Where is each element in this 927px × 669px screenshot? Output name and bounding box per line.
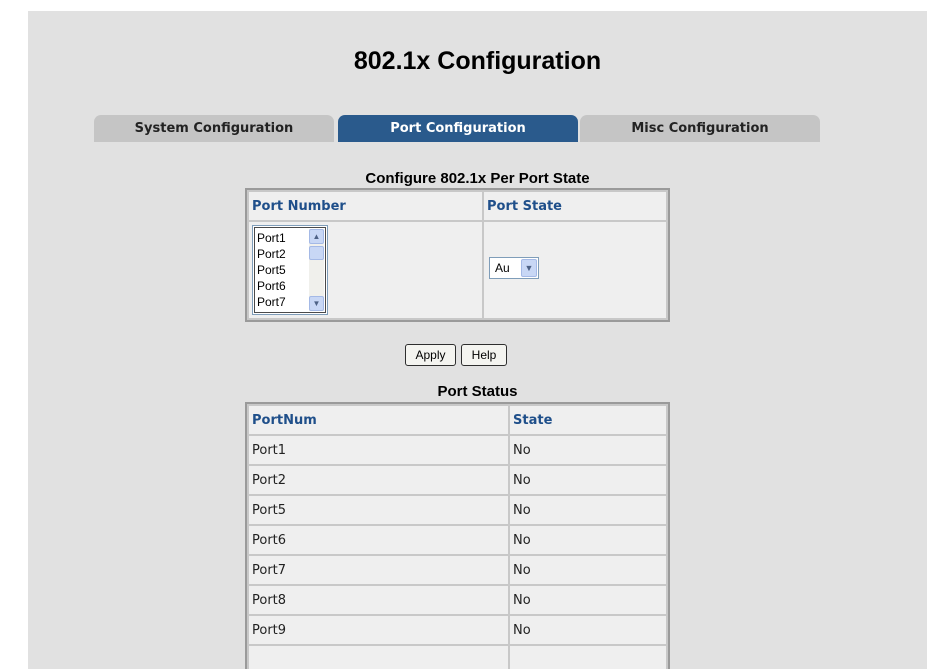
port-state-select[interactable]: Au ▼: [489, 257, 539, 279]
scroll-thumb[interactable]: [309, 246, 324, 260]
table-row: Port9 No: [247, 614, 668, 646]
row-port: Port5: [247, 494, 510, 526]
row-port: Port7: [247, 554, 510, 586]
row-state: No: [508, 494, 668, 526]
port-status-table: PortNum State Port1 No Port2 No Port5 No…: [245, 402, 670, 669]
scroll-up-icon[interactable]: ▲: [309, 229, 324, 244]
table-row: Port6 No: [247, 524, 668, 556]
row-port: Port6: [247, 524, 510, 556]
port-number-cell: Port1 Port2 Port5 Port6 Port7 ▲ ▼: [247, 220, 484, 320]
help-button[interactable]: Help: [461, 344, 507, 366]
row-port-partial: [247, 644, 510, 669]
table-row: [247, 644, 668, 669]
config-panel: 802.1x Configuration System Configuratio…: [28, 11, 927, 669]
chevron-down-icon[interactable]: ▼: [521, 259, 537, 277]
port-option[interactable]: Port2: [257, 246, 286, 262]
port-state-value: Au: [495, 261, 510, 275]
table-row: Port2 No: [247, 464, 668, 496]
port-option[interactable]: Port6: [257, 278, 286, 294]
port-status-title: Port Status: [437, 383, 518, 400]
port-state-cell: Au ▼: [482, 220, 668, 320]
port-option[interactable]: Port1: [257, 230, 286, 246]
per-port-section-title: Configure 802.1x Per Port State: [365, 170, 590, 187]
col-portnum: PortNum: [247, 404, 510, 436]
tab-misc-configuration[interactable]: Misc Configuration: [580, 115, 820, 142]
row-state: No: [508, 524, 668, 556]
row-port: Port8: [247, 584, 510, 616]
row-state: No: [508, 554, 668, 586]
col-port-number: Port Number: [247, 190, 484, 222]
port-number-listbox[interactable]: Port1 Port2 Port5 Port6 Port7 ▲ ▼: [252, 225, 328, 315]
scroll-down-icon[interactable]: ▼: [309, 296, 324, 311]
port-option[interactable]: Port7: [257, 294, 286, 310]
row-port: Port9: [247, 614, 510, 646]
tab-port-configuration[interactable]: Port Configuration: [338, 115, 578, 142]
per-port-table: Port Number Port State Port1 Port2 Port5…: [245, 188, 670, 322]
port-option[interactable]: Port5: [257, 262, 286, 278]
table-row: Port1 No: [247, 434, 668, 466]
page-title: 802.1x Configuration: [353, 47, 602, 75]
tab-system-configuration[interactable]: System Configuration: [94, 115, 334, 142]
row-port: Port1: [247, 434, 510, 466]
row-state: No: [508, 464, 668, 496]
table-row: Port5 No: [247, 494, 668, 526]
row-state: No: [508, 584, 668, 616]
table-row: Port7 No: [247, 554, 668, 586]
row-state: No: [508, 434, 668, 466]
row-port: Port2: [247, 464, 510, 496]
table-row: Port8 No: [247, 584, 668, 616]
row-state: No: [508, 614, 668, 646]
listbox-scrollbar[interactable]: ▲ ▼: [309, 229, 324, 311]
row-state-partial: [508, 644, 668, 669]
col-port-state: Port State: [482, 190, 668, 222]
apply-button[interactable]: Apply: [405, 344, 456, 366]
col-state: State: [508, 404, 668, 436]
